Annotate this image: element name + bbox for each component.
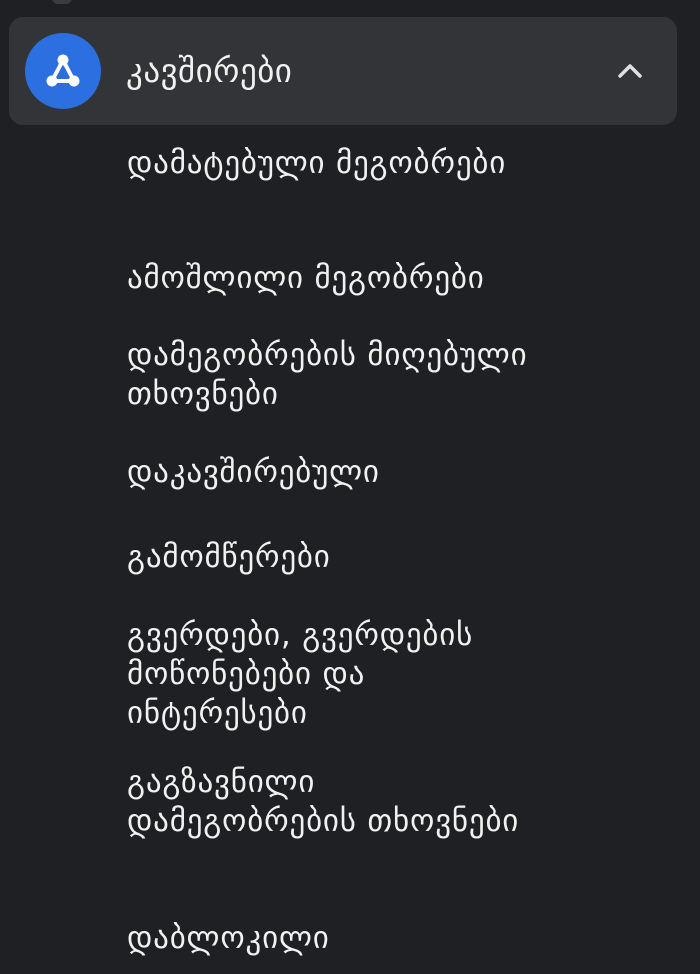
menu-item-blocked[interactable]: დაბლოკილი — [127, 919, 547, 958]
menu-item-added-friends[interactable]: დამატებული მეგობრები — [127, 144, 547, 183]
menu-item-sent-friend-requests[interactable]: გაგზავნილი დამეგობრების თხოვნები — [127, 763, 547, 841]
menu-item-followers[interactable]: გამომწერები — [127, 538, 547, 577]
menu-item-received-friend-requests[interactable]: დამეგობრების მიღებული თხოვნები — [127, 336, 547, 414]
scroll-edge-indicator — [52, 0, 72, 4]
section-title: კავშირები — [126, 51, 293, 90]
chevron-up-icon[interactable] — [615, 57, 645, 83]
menu-item-connected[interactable]: დაკავშირებული — [127, 453, 547, 492]
menu-item-pages-likes-interests[interactable]: გვერდები, გვერდების მოწონებები და ინტერე… — [127, 616, 547, 733]
connections-section-header[interactable]: კავშირები — [9, 17, 677, 125]
connections-icon — [25, 33, 101, 109]
menu-item-removed-friends[interactable]: ამოშლილი მეგობრები — [127, 259, 547, 298]
